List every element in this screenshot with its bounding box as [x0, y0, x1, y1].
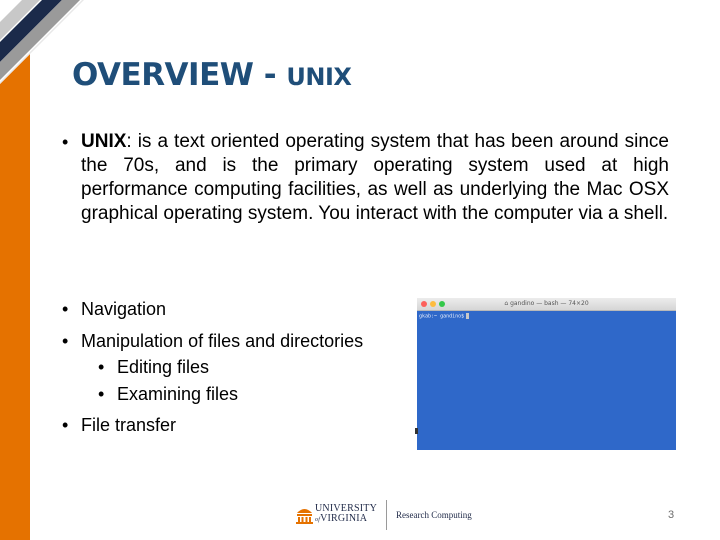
list-item-label: File transfer [81, 415, 177, 435]
title-main: OVERVIEW [72, 57, 254, 93]
title-separator: - [253, 57, 287, 93]
uva-virginia: VIRGINIA [320, 513, 368, 524]
paragraph-body: : is a text oriented operating system th… [81, 131, 669, 224]
logo-divider [386, 500, 387, 530]
terminal-body: gkab:~ gandino$ [417, 311, 676, 450]
slide-title: OVERVIEW - UNIX [72, 55, 352, 93]
list-item-file-transfer: • File transfer [62, 414, 176, 436]
terminal-title: ⌂ gandino — bash — 74×20 [417, 300, 676, 307]
list-item-manipulation: • Manipulation of files and directories [62, 330, 363, 352]
title-subtitle: UNIX [286, 63, 352, 91]
shell-prompt: gkab:~ gandino$ [419, 313, 470, 320]
list-item-label: Manipulation of files and directories [81, 331, 364, 351]
intro-paragraph: • UNIX: is a text oriented operating sys… [62, 130, 672, 226]
bullet-dot: • [62, 331, 69, 351]
paragraph-text: UNIX: is a text oriented operating syste… [81, 130, 669, 226]
list-item-label: Navigation [81, 299, 167, 319]
page-number: 3 [668, 509, 675, 521]
list-item-label: Editing files [117, 357, 210, 377]
uva-research-computing-logo: UNIVERSITY ofVIRGINIA Research Computing [296, 500, 486, 530]
bullet-dot: • [62, 415, 69, 435]
bullet-dot: • [62, 299, 69, 319]
terminal-titlebar: ⌂ gandino — bash — 74×20 [417, 298, 676, 311]
department-name: Research Computing [396, 510, 472, 520]
shell-prompt-text: gkab:~ gandino$ [419, 313, 465, 320]
list-item-editing-files: • Editing files [98, 356, 209, 378]
list-item-navigation: • Navigation [62, 298, 166, 320]
image-edge-mark [415, 428, 418, 434]
uva-wordmark-line2: ofVIRGINIA [315, 513, 367, 524]
cursor-icon [466, 313, 470, 319]
rotunda-icon [296, 509, 313, 524]
bullet-dot: • [98, 384, 105, 404]
bullet-dot: • [98, 357, 105, 377]
terminal-title-text: gandino — bash — 74×20 [510, 300, 589, 307]
paragraph-bold-term: UNIX [81, 131, 127, 152]
list-item-label: Examining files [117, 384, 239, 404]
terminal-screenshot: ⌂ gandino — bash — 74×20 gkab:~ gandino$ [417, 298, 676, 450]
bullet-dot: • [62, 132, 69, 152]
list-item-examining-files: • Examining files [98, 383, 238, 405]
